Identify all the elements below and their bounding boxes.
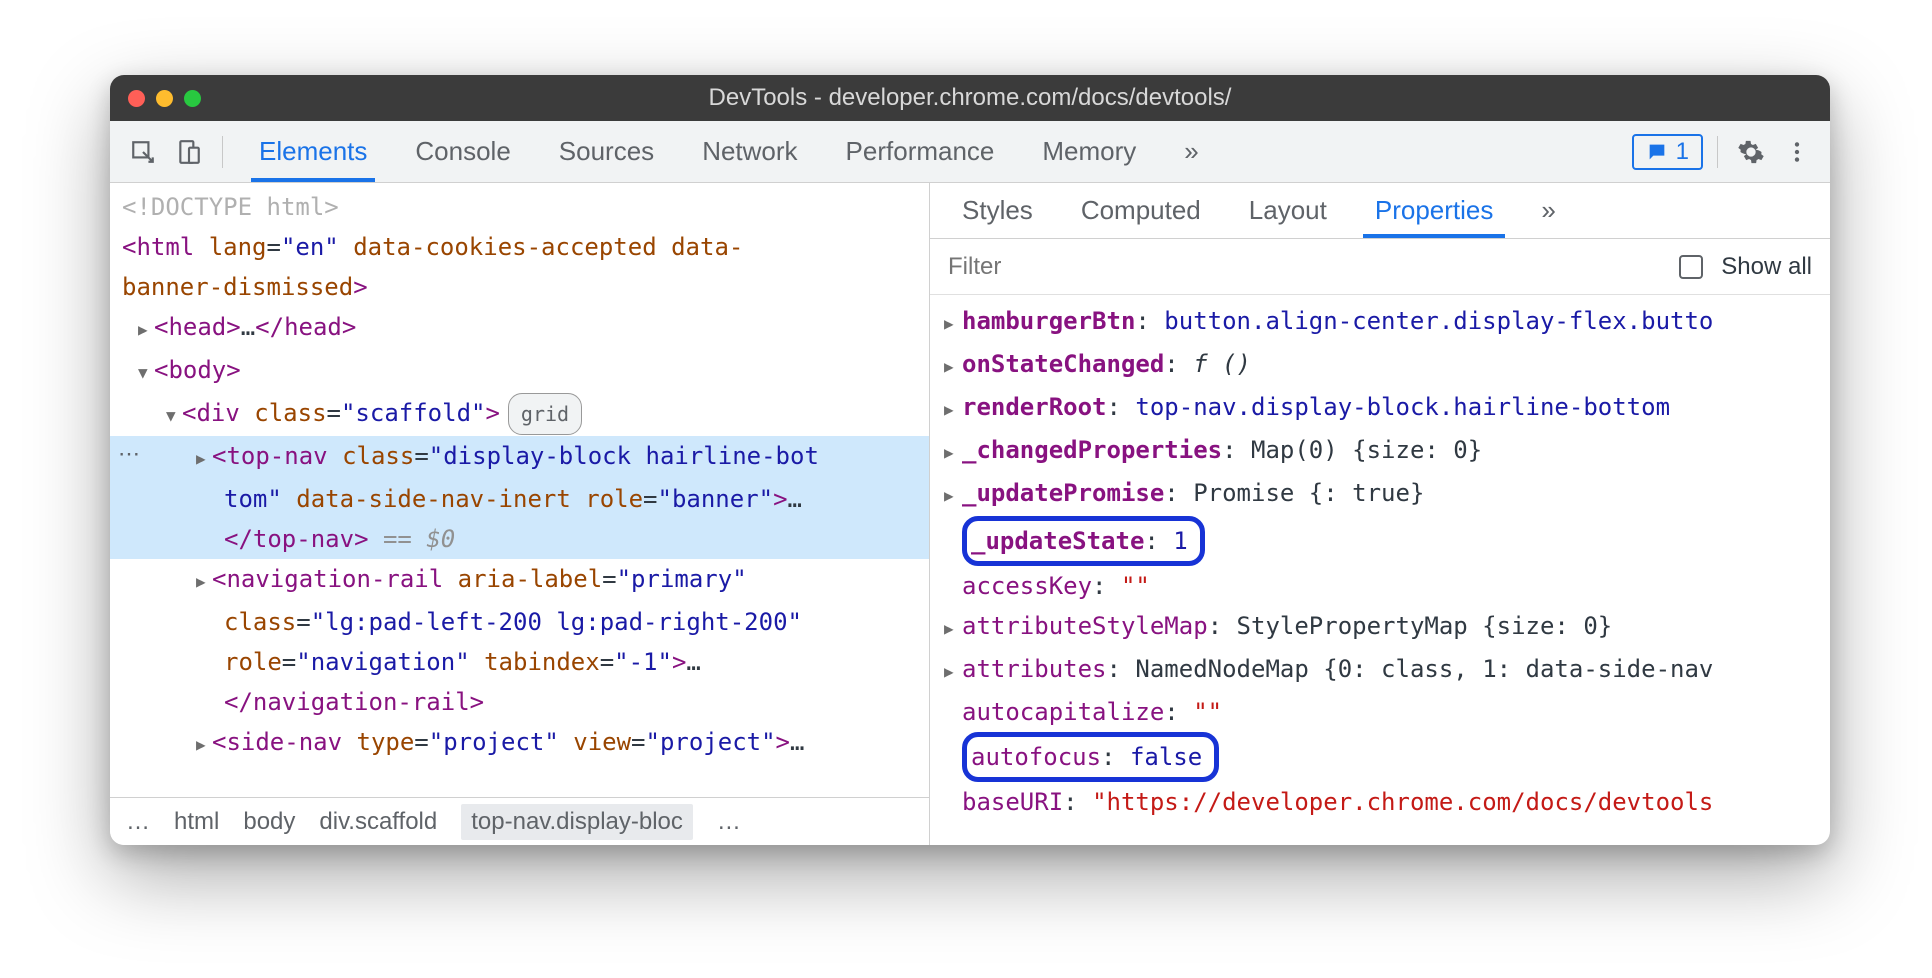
titlebar: DevTools - developer.chrome.com/docs/dev… [110,75,1830,121]
dom-sidenav[interactable]: ▶<side-nav type="project" view="project"… [110,722,929,765]
selection-marker: ⋯ [118,441,140,467]
main-tabs: Elements Console Sources Network Perform… [237,121,1221,182]
tab-performance[interactable]: Performance [824,121,1017,182]
dom-topnav-2[interactable]: tom" data-side-nav-inert role="banner">… [110,479,929,519]
traffic-lights [128,90,201,107]
dom-topnav-close[interactable]: </top-nav> == $0 [110,519,929,559]
sidebar-panel: Styles Computed Layout Properties » Show… [930,183,1830,845]
property-row[interactable]: accessKey: "" [930,566,1830,606]
maximize-window-button[interactable] [184,90,201,107]
breadcrumb-topnav[interactable]: top-nav.display-bloc [461,804,693,840]
subtab-styles[interactable]: Styles [940,183,1055,238]
grid-badge[interactable]: grid [508,393,582,435]
subtabs-overflow[interactable]: » [1519,183,1577,238]
tab-network[interactable]: Network [680,121,819,182]
issues-button[interactable]: 1 [1632,134,1703,170]
show-all-checkbox[interactable] [1679,255,1703,279]
separator [222,136,223,168]
dom-navrail-close[interactable]: </navigation-rail> [110,682,929,722]
separator [1717,136,1718,168]
property-row[interactable]: ▶_updatePromise: Promise {: true} [930,473,1830,516]
dom-navrail-2[interactable]: class="lg:pad-left-200 lg:pad-right-200" [110,602,929,642]
window-title: DevTools - developer.chrome.com/docs/dev… [110,84,1830,112]
dom-body[interactable]: ▼<body> [110,350,929,393]
breadcrumb-body[interactable]: body [243,808,295,836]
filter-row: Show all [930,239,1830,295]
subtab-properties[interactable]: Properties [1353,183,1516,238]
dom-topnav[interactable]: ▶<top-nav class="display-block hairline-… [110,436,929,479]
sidebar-tabs: Styles Computed Layout Properties » [930,183,1830,239]
dom-html-open-2[interactable]: banner-dismissed> [110,267,929,307]
filter-input[interactable] [948,253,1661,281]
issues-count: 1 [1676,138,1689,166]
breadcrumb-scaffold[interactable]: div.scaffold [319,808,437,836]
breadcrumb: … html body div.scaffold top-nav.display… [110,797,929,845]
show-all-label: Show all [1721,253,1812,281]
subtab-layout[interactable]: Layout [1227,183,1349,238]
message-icon [1646,141,1668,163]
subtab-computed[interactable]: Computed [1059,183,1223,238]
minimize-window-button[interactable] [156,90,173,107]
breadcrumb-more[interactable]: … [717,808,741,836]
tab-console[interactable]: Console [393,121,532,182]
property-row[interactable]: autocapitalize: "" [930,692,1830,732]
breadcrumb-ellipsis[interactable]: … [126,808,150,836]
property-row[interactable]: ▶hamburgerBtn: button.align-center.displ… [930,301,1830,344]
dom-navrail[interactable]: ▶<navigation-rail aria-label="primary" [110,559,929,602]
dom-html-open[interactable]: <html lang="en" data-cookies-accepted da… [110,227,929,267]
devtools-window: DevTools - developer.chrome.com/docs/dev… [110,75,1830,845]
tab-elements[interactable]: Elements [237,121,389,182]
dom-tree[interactable]: <!DOCTYPE html> <html lang="en" data-coo… [110,183,929,797]
property-row[interactable]: baseURI: "https://developer.chrome.com/d… [930,782,1830,822]
property-row[interactable]: ▶_changedProperties: Map(0) {size: 0} [930,430,1830,473]
tab-memory[interactable]: Memory [1020,121,1158,182]
property-row[interactable]: _updateState: 1 [930,516,1830,566]
dom-head[interactable]: ▶<head>…</head> [110,307,929,350]
property-row[interactable]: ▶attributes: NamedNodeMap {0: class, 1: … [930,649,1830,692]
inspect-element-icon[interactable] [124,133,162,171]
dom-doctype[interactable]: <!DOCTYPE html> [110,187,929,227]
dom-navrail-3[interactable]: role="navigation" tabindex="-1">… [110,642,929,682]
property-row[interactable]: ▶renderRoot: top-nav.display-block.hairl… [930,387,1830,430]
dom-scaffold[interactable]: ▼<div class="scaffold">grid [110,393,929,436]
main-toolbar: Elements Console Sources Network Perform… [110,121,1830,183]
property-row[interactable]: autofocus: false [930,732,1830,782]
properties-list[interactable]: ▶hamburgerBtn: button.align-center.displ… [930,295,1830,845]
tabs-overflow[interactable]: » [1162,121,1220,182]
settings-icon[interactable] [1732,133,1770,171]
kebab-menu-icon[interactable] [1778,133,1816,171]
dom-panel: ⋯ <!DOCTYPE html> <html lang="en" data-c… [110,183,930,845]
close-window-button[interactable] [128,90,145,107]
content-area: ⋯ <!DOCTYPE html> <html lang="en" data-c… [110,183,1830,845]
tab-sources[interactable]: Sources [537,121,676,182]
property-row[interactable]: ▶onStateChanged: f () [930,344,1830,387]
property-row[interactable]: ▶attributeStyleMap: StylePropertyMap {si… [930,606,1830,649]
device-toolbar-icon[interactable] [170,133,208,171]
breadcrumb-html[interactable]: html [174,808,219,836]
